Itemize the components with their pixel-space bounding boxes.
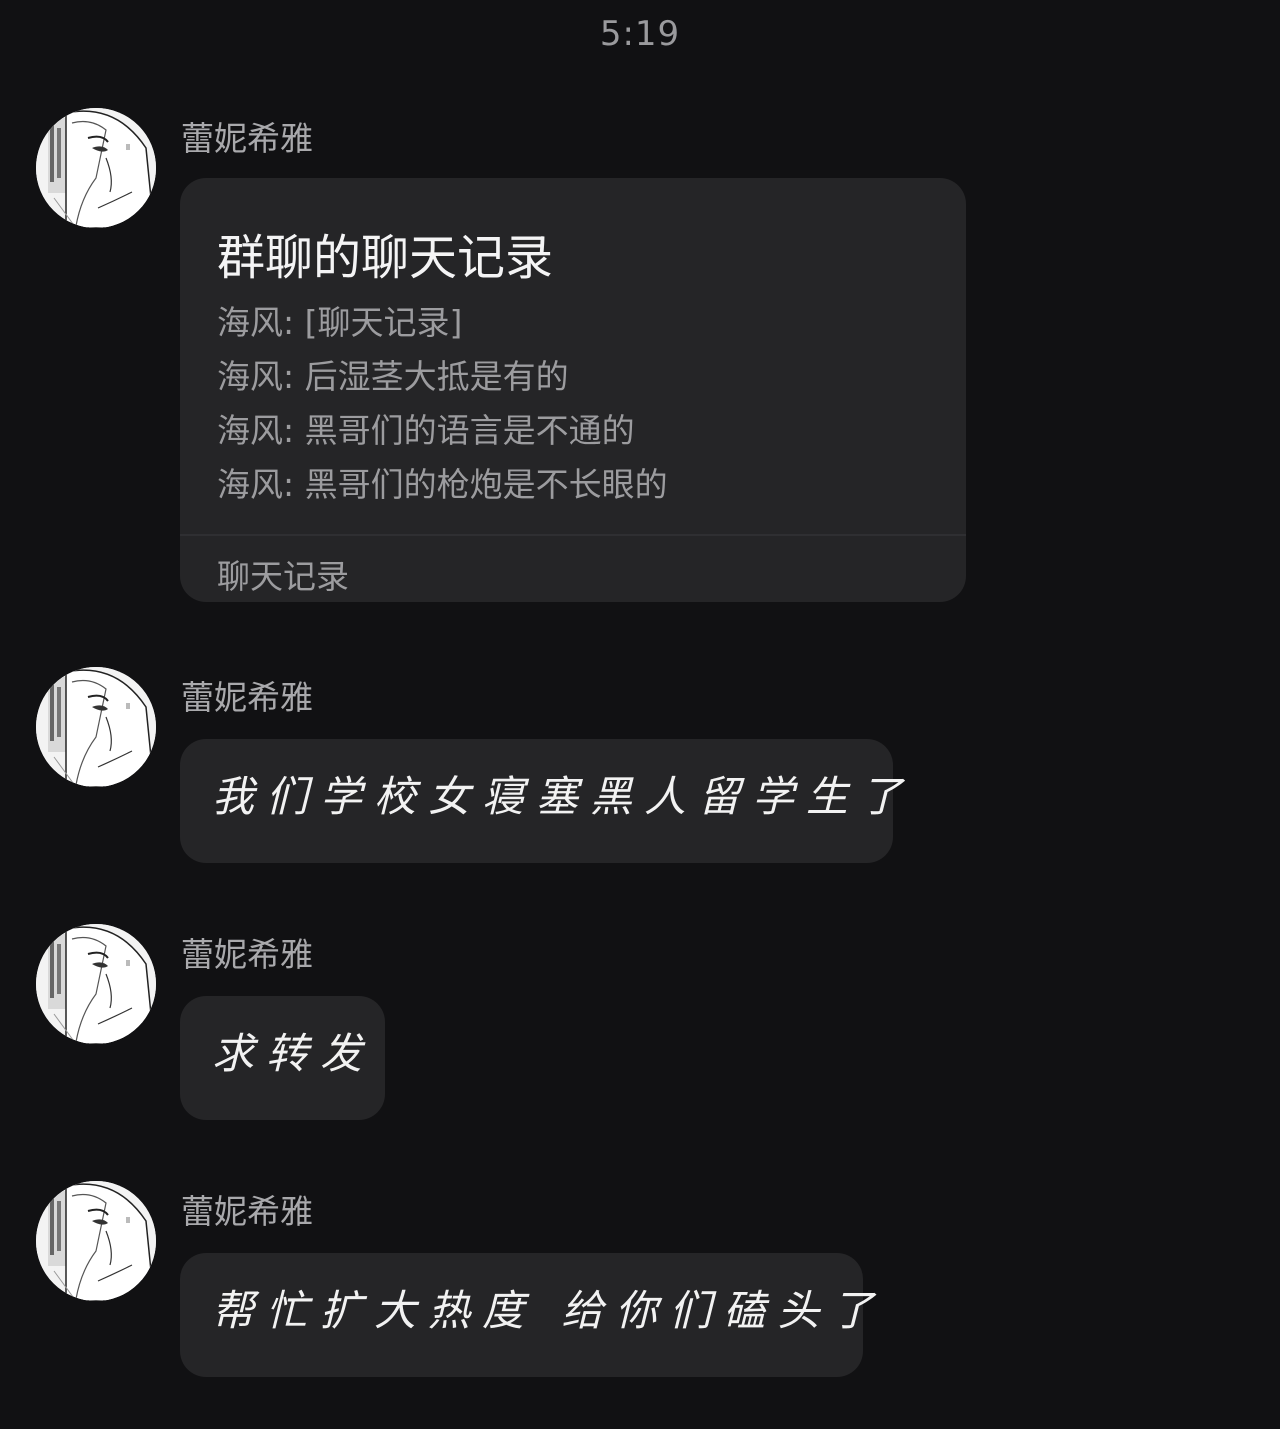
message-bubble[interactable]: 帮忙扩大热度 给你们磕头了 bbox=[180, 1253, 873, 1377]
sender-name: 蕾妮希雅 bbox=[181, 119, 313, 158]
avatar[interactable] bbox=[36, 1181, 156, 1301]
message-text: 求转发 bbox=[212, 1029, 375, 1078]
avatar[interactable] bbox=[36, 667, 156, 787]
chat-record-preview: 海风: [聊天记录] 海风: 后湿茎大抵是有的 海风: 黑哥们的语言是不通的 海… bbox=[217, 296, 668, 512]
chat-record-footer: 聊天记录 bbox=[217, 557, 349, 596]
message-bubble[interactable]: 求转发 bbox=[180, 996, 385, 1120]
manga-girl-avatar-icon bbox=[36, 924, 156, 1044]
chat-screen: 5:19 蕾妮希雅 群聊的聊天记录 海风: [聊天记录] 海风: 后湿茎大抵是有… bbox=[0, 0, 1280, 1429]
sender-name: 蕾妮希雅 bbox=[181, 1192, 313, 1231]
chat-record-line: 海风: 后湿茎大抵是有的 bbox=[217, 357, 569, 396]
message-bubble[interactable]: 我们学校女寝塞黑人留学生了 bbox=[180, 739, 902, 863]
avatar[interactable] bbox=[36, 924, 156, 1044]
message-text: 帮忙扩大热度 给你们磕头了 bbox=[212, 1286, 886, 1335]
card-divider bbox=[180, 534, 966, 536]
manga-girl-avatar-icon bbox=[36, 108, 156, 228]
manga-girl-avatar-icon bbox=[36, 667, 156, 787]
sender-name: 蕾妮希雅 bbox=[181, 935, 313, 974]
chat-record-line: 海风: 黑哥们的枪炮是不长眼的 bbox=[217, 465, 668, 504]
chat-record-line: 海风: [聊天记录] bbox=[217, 303, 463, 342]
chat-record-title: 群聊的聊天记录 bbox=[217, 230, 554, 286]
chat-record-line: 海风: 黑哥们的语言是不通的 bbox=[217, 411, 635, 450]
sender-name: 蕾妮希雅 bbox=[181, 678, 313, 717]
chat-record-card[interactable]: 群聊的聊天记录 海风: [聊天记录] 海风: 后湿茎大抵是有的 海风: 黑哥们的… bbox=[180, 178, 966, 602]
manga-girl-avatar-icon bbox=[36, 1181, 156, 1301]
message-timestamp: 5:19 bbox=[599, 14, 681, 54]
message-text: 我们学校女寝塞黑人留学生了 bbox=[212, 772, 915, 821]
avatar[interactable] bbox=[36, 108, 156, 228]
